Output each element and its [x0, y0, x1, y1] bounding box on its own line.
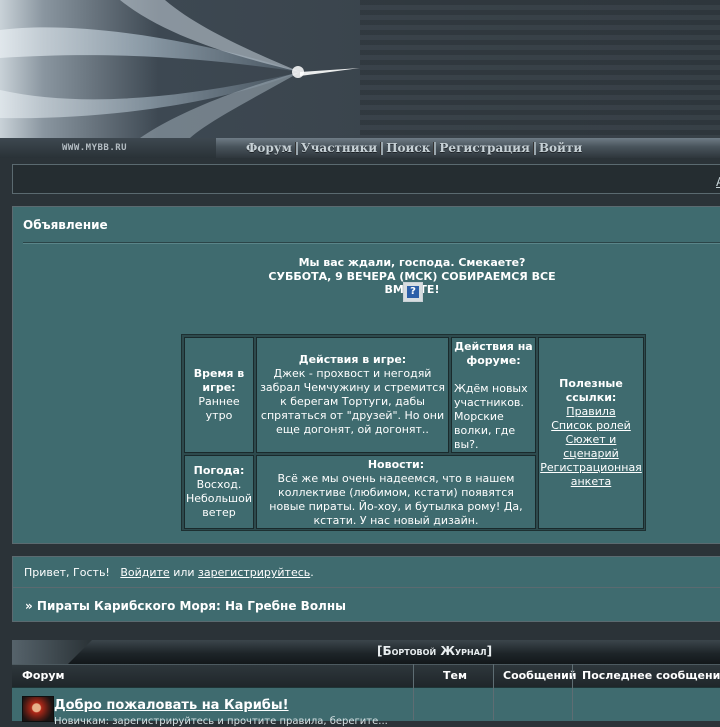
greeting-bar: Привет, Гость! Войдите или зарегистрируй… [12, 556, 720, 588]
useful-links-heading: Полезные ссылки: [559, 377, 623, 404]
category-wedge [12, 640, 92, 664]
forum-actions-text: Ждём новых участников. Морские волки, гд… [454, 382, 528, 451]
forum-row-title[interactable]: Добро пожаловать на Карибы! [54, 698, 289, 713]
nav-register[interactable]: Регистрация [439, 141, 529, 155]
forum-row-description: Новичкам: зарегистрируйтесь и прочтите п… [54, 716, 388, 727]
main-navbar: WWW.MYBB.RU Форум Участники Поиск Регист… [0, 138, 720, 158]
game-actions-text: Джек - прохвост и негодяй забрал Чемчужи… [260, 367, 445, 436]
news-text: Всё же мы очень надеемся, что в нашем ко… [269, 472, 523, 527]
nav-separator [294, 141, 298, 155]
breadcrumb: » Пираты Карибского Моря: На Гребне Волн… [12, 588, 720, 622]
category-title[interactable]: [Бортовой Журнал] [377, 644, 492, 658]
col-posts: Сообщений [503, 669, 577, 682]
forum-table-header: Форум Тем Сообщений Последнее сообщение [12, 664, 720, 687]
news-heading: Новости: [367, 458, 425, 471]
game-time-heading: Время в игре: [193, 367, 245, 394]
login-link[interactable]: Войдите [120, 566, 169, 579]
announcement-title: Объявление [23, 218, 108, 232]
column-divider [493, 664, 494, 720]
nav-links: Форум Участники Поиск Регистрация Войти [246, 138, 582, 158]
cut-off-link[interactable]: А [716, 175, 720, 189]
nav-members[interactable]: Участники [301, 141, 377, 155]
col-last-post: Последнее сообщение [582, 669, 720, 682]
announcement-line-1: Мы вас ждали, господа. Смекаете? [298, 256, 526, 269]
brand-logo[interactable]: WWW.MYBB.RU [62, 143, 127, 153]
breadcrumb-forum-name[interactable]: » Пираты Карибского Моря: На Гребне Волн… [25, 599, 346, 613]
link-rules[interactable]: Правила [566, 405, 615, 419]
nav-search[interactable]: Поиск [386, 141, 430, 155]
category-header: [Бортовой Журнал] [12, 640, 720, 664]
greeting-period: . [310, 566, 314, 579]
column-divider [572, 664, 573, 720]
col-forum: Форум [22, 669, 65, 682]
cell-forum-actions: Действия на форуме: Ждём новых участнико… [451, 337, 536, 453]
nav-login[interactable]: Войти [539, 141, 582, 155]
link-role-list[interactable]: Список ролей [551, 419, 631, 433]
cell-news: Новости: Всё же мы очень надеемся, что в… [256, 455, 536, 529]
cell-weather: Погода: Восход. Небольшой ветер [184, 455, 254, 529]
nav-separator [433, 141, 437, 155]
forum-avatar-icon [22, 696, 54, 722]
link-registration-form[interactable]: Регистрационная анкета [539, 461, 643, 489]
nav-forum[interactable]: Форум [246, 141, 292, 155]
nav-separator [532, 141, 536, 155]
game-time-value: Раннее утро [198, 395, 240, 422]
banner-artwork [0, 0, 360, 138]
announcement-panel: Объявление Мы вас ждали, господа. Смекае… [12, 206, 720, 544]
link-plot[interactable]: Сюжет и сценарий [539, 433, 643, 461]
announcement-divider [23, 242, 720, 244]
greeting-or: или [173, 566, 195, 579]
top-info-panel: А [12, 164, 720, 194]
weather-heading: Погода: [193, 464, 245, 477]
game-actions-heading: Действия в игре: [298, 353, 407, 366]
cell-game-time: Время в игре: Раннее утро [184, 337, 254, 453]
broken-image-icon: ? [403, 282, 423, 302]
register-link[interactable]: зарегистрируйтесь [198, 566, 310, 579]
forum-row: Добро пожаловать на Карибы! Новичкам: за… [12, 687, 720, 727]
brand-strip: WWW.MYBB.RU [0, 138, 216, 158]
cell-useful-links: Полезные ссылки: Правила Список ролей Сю… [538, 337, 644, 529]
column-divider [413, 664, 414, 720]
greeting-text: Привет, Гость! [24, 566, 110, 579]
question-mark-icon: ? [407, 286, 419, 298]
info-table: Время в игре: Раннее утро Действия в игр… [181, 334, 646, 531]
col-topics: Тем [443, 669, 467, 682]
cell-game-actions: Действия в игре: Джек - прохвост и негод… [256, 337, 449, 453]
forum-actions-heading: Действия на форуме: [454, 340, 533, 367]
weather-value: Восход. Небольшой ветер [185, 478, 252, 519]
nav-separator [380, 141, 384, 155]
header-banner [0, 0, 720, 138]
